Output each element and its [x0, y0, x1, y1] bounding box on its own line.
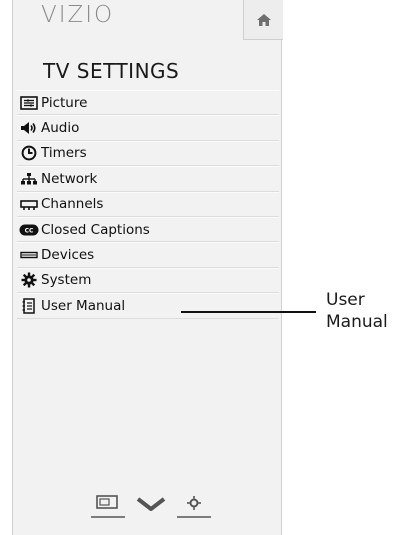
picture-icon: [18, 95, 40, 111]
callout-label-line1: User: [326, 290, 365, 310]
menu-item-label: Picture: [41, 94, 88, 111]
menu-item-label: Timers: [41, 145, 87, 162]
menu-item-label: Channels: [41, 196, 104, 213]
bottom-nav: [91, 490, 231, 520]
input-button[interactable]: [91, 495, 125, 518]
menu-item-channels[interactable]: Channels: [17, 191, 279, 217]
menu-item-system[interactable]: System: [17, 267, 279, 294]
menu-item-timers[interactable]: Timers: [17, 140, 279, 167]
settings-menu: Picture Audio Timers Network Channels CC…: [17, 90, 279, 319]
menu-item-label: Audio: [41, 120, 80, 137]
menu-item-label: Closed Captions: [41, 221, 150, 238]
clock-icon: [18, 145, 40, 161]
menu-item-user-manual[interactable]: User Manual: [17, 293, 279, 319]
speaker-icon: [18, 120, 40, 136]
device-icon: [18, 247, 40, 263]
menu-item-label: Network: [41, 170, 98, 187]
home-button[interactable]: [243, 0, 283, 40]
vizio-logo: VIZIO: [41, 2, 115, 28]
menu-item-devices[interactable]: Devices: [17, 242, 279, 268]
callout-line: [181, 311, 316, 313]
menu-item-audio[interactable]: Audio: [17, 115, 279, 141]
network-icon: [18, 171, 40, 187]
antenna-icon: [18, 196, 40, 212]
menu-item-label: System: [41, 272, 92, 289]
menu-item-label: User Manual: [41, 297, 126, 314]
vizio-v-icon[interactable]: [136, 497, 166, 511]
menu-item-picture[interactable]: Picture: [17, 90, 279, 116]
menu-title: TV SETTINGS: [43, 59, 180, 83]
manual-icon: [18, 298, 40, 314]
menu-item-network[interactable]: Network: [17, 166, 279, 192]
menu-item-closed-captions[interactable]: CC Closed Captions: [17, 216, 279, 243]
menu-item-label: Devices: [41, 247, 95, 264]
gear-icon: [18, 272, 40, 288]
settings-gear-button[interactable]: [177, 496, 211, 518]
callout-label-line2: Manual: [326, 312, 388, 332]
cc-icon: CC: [18, 222, 40, 238]
svg-text:CC: CC: [25, 227, 34, 234]
home-icon: [256, 13, 271, 26]
callout-label: User Manual: [326, 289, 403, 333]
tv-settings-panel: VIZIO TV SETTINGS Picture Audio Timers N…: [12, 0, 283, 535]
